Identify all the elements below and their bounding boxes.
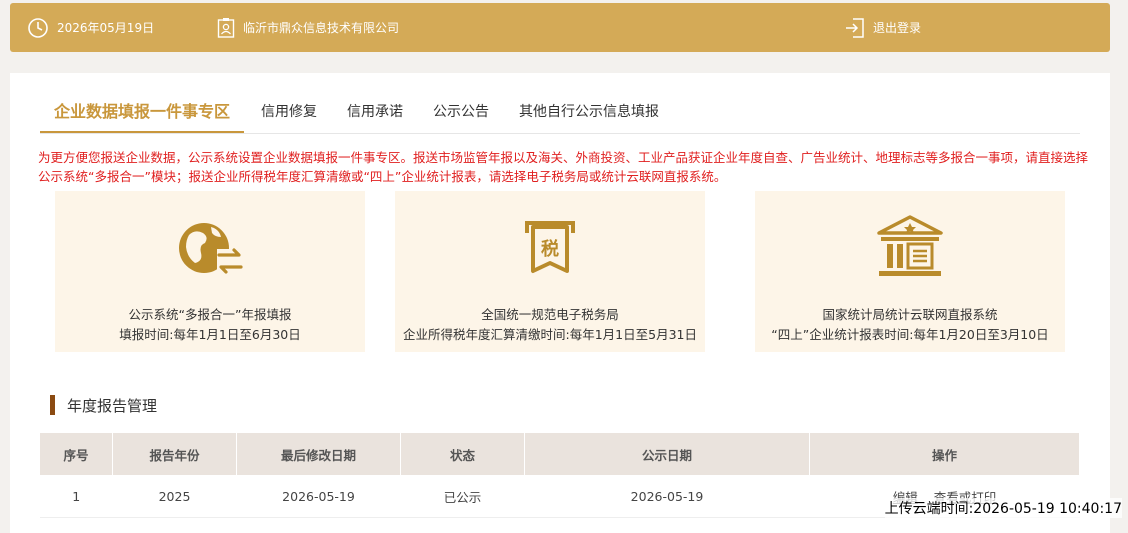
card-title: 国家统计局统计云联网直报系统 [822,307,998,322]
tab-credit-commitment[interactable]: 信用承诺 [347,93,403,131]
tab-announcements[interactable]: 公示公告 [433,93,489,131]
section-marker [50,395,55,415]
notice-text: 为更方便您报送企业数据，公示系统设置企业数据填报一件事专区。报送市场监管年报以及… [38,150,1089,184]
cell-status: 已公示 [400,475,525,518]
card-title: 全国统一规范电子税务局 [481,307,619,322]
card-multi-report[interactable]: 公示系统“多报合一”年报填报 填报时间:每年1月1日至6月30日 [55,191,365,352]
cell-modified: 2026-05-19 [236,475,401,518]
current-date: 2026年05月19日 [57,21,155,35]
card-e-tax-bureau[interactable]: 税 全国统一规范电子税务局 企业所得税年度汇算清缴时间:每年1月1日至5月31日 [395,191,705,352]
section-header: 年度报告管理 [50,394,157,416]
tab-credit-repair[interactable]: 信用修复 [261,93,317,131]
tax-character: 税 [541,238,559,260]
tax-icon: 税 [395,213,705,283]
company-badge-icon [217,17,235,39]
card-title: 公示系统“多报合一”年报填报 [128,307,292,322]
table-header-row: 序号 报告年份 最后修改日期 状态 公示日期 操作 [40,433,1080,475]
card-period: 企业所得税年度汇算清缴时间:每年1月1日至5月31日 [403,327,697,342]
section-title: 年度报告管理 [67,396,158,415]
col-index: 序号 [40,433,113,475]
col-actions: 操作 [809,433,1080,475]
col-modified: 最后修改日期 [236,433,401,475]
cell-year: 2025 [112,475,237,518]
date-display: 2026年05月19日 [27,3,154,52]
globe-exchange-icon [55,213,365,283]
main-panel: 企业数据填报一件事专区 信用修复 信用承诺 公示公告 其他自行公示信息填报 为更… [10,73,1110,533]
cell-index: 1 [40,475,113,518]
tab-bar: 企业数据填报一件事专区 信用修复 信用承诺 公示公告 其他自行公示信息填报 [40,93,1080,134]
card-statistics-cloud[interactable]: 国家统计局统计云联网直报系统 “四上”企业统计报表时间:每年1月20日至3月10… [755,191,1065,352]
government-building-icon [755,213,1065,283]
company-name: 临沂市鼎众信息技术有限公司 [243,21,400,35]
cell-published: 2026-05-19 [524,475,810,518]
col-year: 报告年份 [112,433,237,475]
clock-icon [27,17,49,39]
col-status: 状态 [400,433,525,475]
logout-label: 退出登录 [873,21,922,35]
top-bar: 2026年05月19日 临沂市鼎众信息技术有限公司 退出登录 [10,3,1110,52]
tab-other-disclosure[interactable]: 其他自行公示信息填报 [519,93,659,131]
upload-timestamp: 上传云端时间:2026-05-19 10:40:17 [884,498,1122,518]
tab-data-filing-zone[interactable]: 企业数据填报一件事专区 [40,93,245,133]
logout-icon [845,17,865,39]
card-period: “四上”企业统计报表时间:每年1月20日至3月10日 [771,327,1049,342]
col-published: 公示日期 [524,433,810,475]
logout-button[interactable]: 退出登录 [845,3,921,52]
card-period: 填报时间:每年1月1日至6月30日 [119,327,301,342]
company-display: 临沂市鼎众信息技术有限公司 [217,3,399,52]
